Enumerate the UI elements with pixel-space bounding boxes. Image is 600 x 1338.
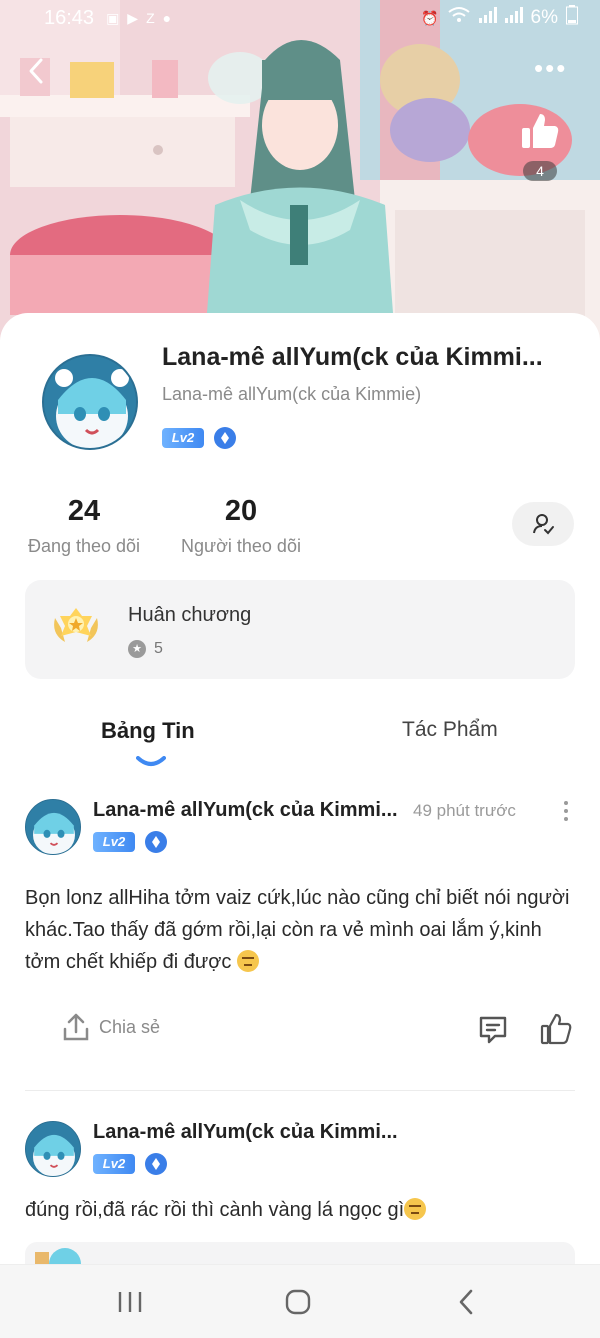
medal-count-row: ★ 5 [128, 640, 163, 658]
more-options-button[interactable]: ••• [534, 55, 578, 82]
post-divider [25, 1090, 575, 1091]
dot-icon: ● [162, 10, 172, 26]
recent-apps-button[interactable] [110, 1287, 150, 1317]
smirking-face-emoji [404, 1198, 427, 1220]
status-bar: 16:43 ▣ ▶ Z ● ⏰ 6% [0, 0, 600, 36]
post-avatar[interactable] [25, 1121, 81, 1177]
banner-illustration [0, 0, 600, 340]
level-badge: Lv2 [93, 832, 135, 852]
profile-tabs: Bảng Tin Tác Phẩm [0, 718, 600, 774]
post-text: Bọn lonz allHiha tởm vaiz cứk,lúc nào cũ… [25, 887, 570, 973]
youtube-icon: ▶ [127, 9, 139, 26]
level-badge[interactable]: Lv2 [162, 428, 204, 448]
profile-like-button[interactable]: 4 [514, 110, 566, 186]
profile-like-count: 4 [523, 161, 557, 181]
thumbs-up-icon [522, 114, 559, 148]
followers-count: 20 [224, 495, 258, 527]
follow-button[interactable] [512, 502, 574, 546]
status-time: 16:43 [44, 6, 95, 29]
post-time: 49 phút trước [413, 801, 516, 820]
post-body[interactable]: đúng rồi,đã rác rồi thì cành vàng lá ngọ… [25, 1194, 575, 1226]
profile-avatar[interactable] [42, 354, 138, 450]
post-actions: Chia sẻ [25, 1012, 575, 1052]
back-button[interactable] [20, 54, 54, 88]
comment-icon [479, 1016, 507, 1044]
post-header: Lana-mê allYum(ck của Kimmi... Lv2 [25, 1121, 575, 1181]
star-icon: ★ [128, 640, 146, 658]
medal-count: 5 [154, 640, 163, 657]
home-icon [285, 1289, 311, 1315]
share-icon [63, 1013, 89, 1041]
zalo-icon: Z [146, 10, 155, 26]
alarm-icon: ⏰ [421, 9, 439, 26]
profile-display-name: Lana-mê allYum(ck của Kimmi... [162, 343, 543, 371]
post-badges: Lv2 [93, 1153, 167, 1175]
battery-percent: 6% [530, 7, 558, 28]
recent-apps-icon [118, 1292, 142, 1312]
followers-stat[interactable]: 20 Người theo dõi [178, 495, 304, 557]
share-button[interactable]: Chia sẻ [61, 1012, 160, 1042]
avatar-image [44, 356, 136, 448]
like-button[interactable] [539, 1012, 573, 1046]
following-label: Đang theo dõi [27, 536, 141, 556]
following-stat[interactable]: 24 Đang theo dõi [24, 495, 144, 557]
post-more-button[interactable] [559, 801, 573, 827]
tab-works[interactable]: Tác Phẩm [402, 718, 498, 742]
medal-icon [54, 608, 98, 642]
post-author[interactable]: Lana-mê allYum(ck của Kimmi... [93, 1121, 413, 1144]
unamused-face-emoji [236, 950, 259, 972]
post-author[interactable]: Lana-mê allYum(ck của Kimmi... [93, 799, 413, 822]
profile-badges: Lv2 [162, 427, 236, 449]
system-nav-bar [0, 1264, 600, 1338]
share-label: Chia sẻ [99, 1016, 161, 1037]
post-badges: Lv2 [93, 831, 167, 853]
user-check-icon [533, 514, 554, 535]
profile-banner [0, 0, 600, 340]
status-right: ⏰ 6% [421, 5, 578, 31]
wifi-icon [447, 6, 471, 30]
level-badge: Lv2 [93, 1154, 135, 1174]
comment-button[interactable] [477, 1014, 509, 1046]
tab-feed[interactable]: Bảng Tin [101, 718, 195, 744]
post-header: Lana-mê allYum(ck của Kimmi... 49 phút t… [25, 799, 575, 859]
post-body[interactable]: Bọn lonz allHiha tởm vaiz cứk,lúc nào cũ… [25, 882, 575, 978]
avatar-image [26, 800, 80, 854]
signal-icon [504, 7, 523, 29]
medal-card[interactable]: Huân chương ★ 5 [25, 580, 575, 679]
followers-label: Người theo dõi [181, 536, 301, 556]
following-count: 24 [67, 495, 101, 527]
avatar-image [26, 1122, 80, 1176]
medal-title: Huân chương [128, 604, 252, 626]
battery-icon [566, 5, 578, 31]
gallery-icon: ▣ [106, 9, 120, 26]
active-tab-indicator [136, 756, 166, 766]
post-avatar[interactable] [25, 799, 81, 855]
diamond-badge-icon [145, 831, 167, 853]
profile-full-name: Lana-mê allYum(ck của Kimmie) [162, 384, 422, 404]
home-button[interactable] [278, 1287, 318, 1317]
diamond-badge-icon[interactable] [214, 427, 236, 449]
signal-icon [478, 7, 497, 29]
diamond-badge-icon [145, 1153, 167, 1175]
thumbs-up-icon [540, 1013, 572, 1045]
chevron-left-icon [459, 1289, 473, 1315]
back-nav-button[interactable] [446, 1287, 486, 1317]
post-text: đúng rồi,đã rác rồi thì cành vàng lá ngọ… [25, 1199, 405, 1221]
chevron-left-icon [29, 58, 43, 84]
